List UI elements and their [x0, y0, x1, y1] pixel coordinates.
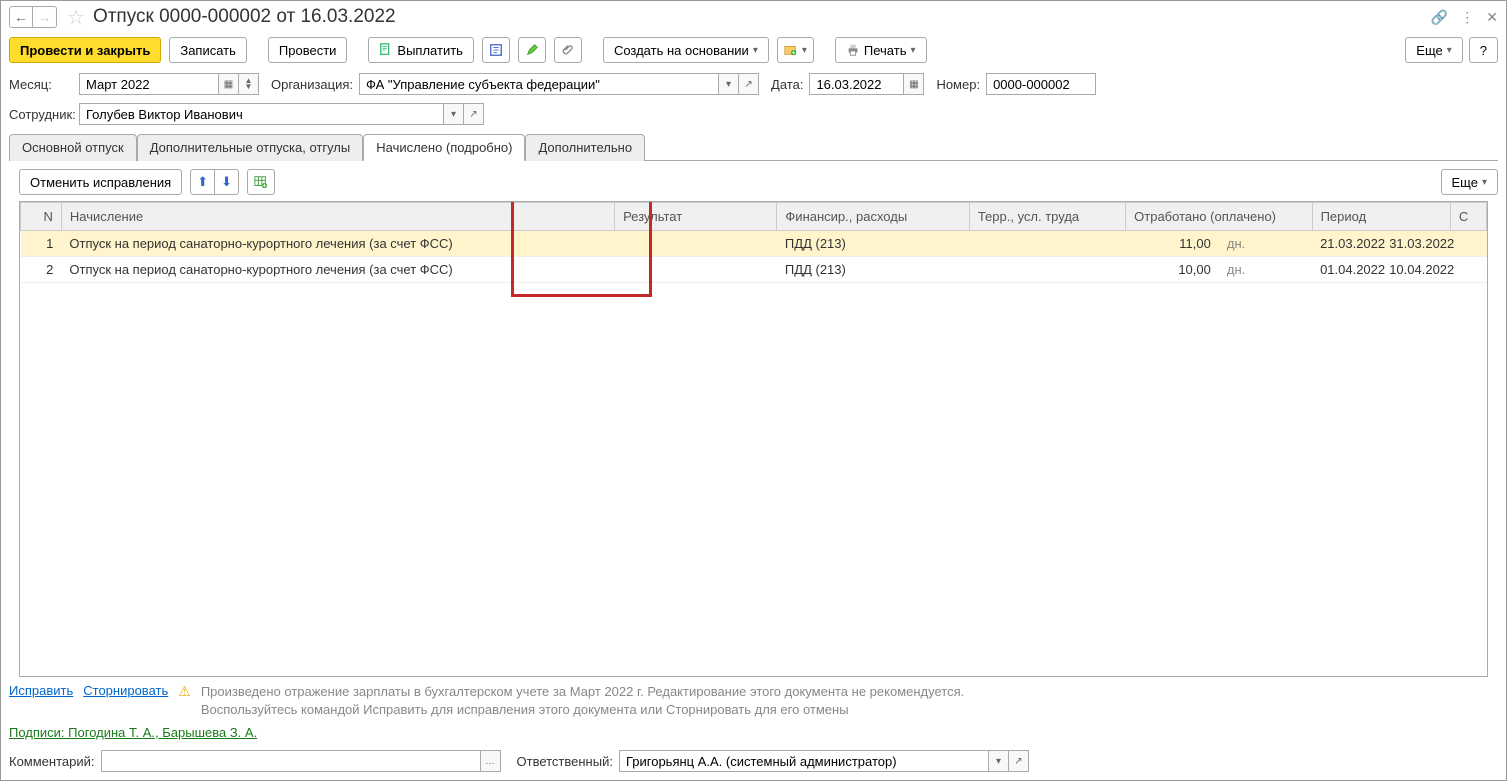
month-input[interactable]	[79, 73, 219, 95]
warning-icon: ⚠	[178, 683, 191, 700]
arrow-down-icon: ⬇	[221, 174, 232, 190]
employee-label: Сотрудник:	[9, 107, 73, 122]
col-header-accrual[interactable]: Начисление	[61, 203, 614, 231]
subtoolbar-more-button[interactable]: Еще	[1441, 169, 1498, 195]
responsible-input[interactable]	[619, 750, 989, 772]
post-and-close-button[interactable]: Провести и закрыть	[9, 37, 161, 63]
cell-unit: дн.	[1219, 231, 1312, 257]
col-header-finance[interactable]: Финансир., расходы	[777, 203, 969, 231]
folder-plus-icon	[784, 43, 798, 57]
kebab-menu-icon[interactable]: ⋮	[1460, 9, 1474, 26]
cell-finance: ПДД (213)	[777, 257, 969, 283]
highlighter-icon-button[interactable]	[518, 37, 546, 63]
signatures-link[interactable]: Подписи: Погодина Т. А., Барышева З. А.	[9, 725, 257, 740]
cell-terr	[969, 231, 1125, 257]
cell-worked: 10,00	[1126, 257, 1219, 283]
cell-accrual: Отпуск на период санаторно-курортного ле…	[61, 257, 614, 283]
help-button[interactable]: ?	[1469, 37, 1498, 63]
create-based-on-button[interactable]: Создать на основании	[603, 37, 769, 63]
col-header-terr[interactable]: Терр., усл. труда	[969, 203, 1125, 231]
cell-terr	[969, 257, 1125, 283]
toolbar-more-button[interactable]: Еще	[1405, 37, 1462, 63]
date-input[interactable]	[809, 73, 904, 95]
org-label: Организация:	[271, 77, 353, 92]
tab-extra-vacation[interactable]: Дополнительные отпуска, отгулы	[137, 134, 364, 161]
actions-dropdown-button[interactable]	[777, 37, 814, 63]
print-button[interactable]: Печать	[835, 37, 927, 63]
date-label: Дата:	[771, 77, 803, 92]
cell-result	[615, 231, 777, 257]
arrow-up-icon: ⬆	[197, 174, 208, 190]
move-up-button[interactable]: ⬆	[190, 169, 215, 195]
cell-worked: 11,00	[1126, 231, 1219, 257]
accruals-table[interactable]: N Начисление Результат Финансир., расход…	[20, 202, 1487, 283]
employee-input[interactable]	[79, 103, 444, 125]
comment-input[interactable]	[101, 750, 481, 772]
responsible-dropdown-icon[interactable]: ▾	[989, 750, 1009, 772]
col-header-result[interactable]: Результат	[615, 203, 777, 231]
number-input[interactable]	[986, 73, 1096, 95]
cell-unit: дн.	[1219, 257, 1312, 283]
responsible-label: Ответственный:	[517, 754, 613, 769]
post-button[interactable]: Провести	[268, 37, 348, 63]
date-calendar-icon[interactable]: ▦	[904, 73, 924, 95]
report-icon-button[interactable]	[482, 37, 510, 63]
responsible-open-icon[interactable]: ↗	[1009, 750, 1029, 772]
window-title: Отпуск 0000-000002 от 16.03.2022	[93, 6, 396, 28]
cell-period-to: 10.04.2022	[1381, 257, 1450, 283]
back-button[interactable]: ←	[9, 6, 33, 28]
month-label: Месяц:	[9, 77, 73, 92]
month-spinner[interactable]: ▲▼	[239, 73, 259, 95]
report-icon	[489, 43, 503, 57]
warning-line-1: Произведено отражение зарплаты в бухгалт…	[201, 683, 964, 701]
comment-ellipsis-icon[interactable]: …	[481, 750, 501, 772]
undo-corrections-button[interactable]: Отменить исправления	[19, 169, 182, 195]
cell-n: 1	[21, 231, 62, 257]
col-header-c[interactable]: С	[1450, 203, 1486, 231]
table-settings-button[interactable]	[247, 169, 275, 195]
cell-n: 2	[21, 257, 62, 283]
number-label: Номер:	[936, 77, 980, 92]
calendar-icon[interactable]: ▦	[219, 73, 239, 95]
reverse-link[interactable]: Сторнировать	[83, 683, 168, 698]
org-dropdown-icon[interactable]: ▾	[719, 73, 739, 95]
cell-finance: ПДД (213)	[777, 231, 969, 257]
forward-button[interactable]: →	[33, 6, 57, 28]
move-down-button[interactable]: ⬇	[215, 169, 239, 195]
table-row[interactable]: 1Отпуск на период санаторно-курортного л…	[21, 231, 1487, 257]
save-button[interactable]: Записать	[169, 37, 247, 63]
col-header-period[interactable]: Период	[1312, 203, 1450, 231]
tab-additional[interactable]: Дополнительно	[525, 134, 645, 161]
col-header-n[interactable]: N	[21, 203, 62, 231]
comment-label: Комментарий:	[9, 754, 95, 769]
fix-link[interactable]: Исправить	[9, 683, 73, 698]
pay-button[interactable]: Выплатить	[368, 37, 474, 63]
table-icon	[254, 175, 268, 189]
favorite-star-icon[interactable]: ☆	[67, 5, 85, 30]
cell-accrual: Отпуск на период санаторно-курортного ле…	[61, 231, 614, 257]
cell-period-from: 01.04.2022	[1312, 257, 1381, 283]
org-input[interactable]	[359, 73, 719, 95]
attachment-icon-button[interactable]	[554, 37, 582, 63]
employee-dropdown-icon[interactable]: ▾	[444, 103, 464, 125]
tab-accrued-detailed[interactable]: Начислено (подробно)	[363, 134, 525, 161]
printer-icon	[846, 43, 860, 57]
warning-line-2: Воспользуйтесь командой Исправить для ис…	[201, 701, 964, 719]
org-open-icon[interactable]: ↗	[739, 73, 759, 95]
tab-main-vacation[interactable]: Основной отпуск	[9, 134, 137, 161]
employee-open-icon[interactable]: ↗	[464, 103, 484, 125]
table-row[interactable]: 2Отпуск на период санаторно-курортного л…	[21, 257, 1487, 283]
cell-result	[615, 257, 777, 283]
link-icon[interactable]: 🔗	[1431, 9, 1448, 26]
cell-last	[1450, 231, 1486, 257]
close-icon[interactable]: ✕	[1486, 9, 1498, 26]
col-header-worked[interactable]: Отработано (оплачено)	[1126, 203, 1312, 231]
highlighter-icon	[525, 43, 539, 57]
cell-period-from: 21.03.2022	[1312, 231, 1381, 257]
cell-period-to: 31.03.2022	[1381, 231, 1450, 257]
paperclip-icon	[561, 43, 575, 57]
cell-last	[1450, 257, 1486, 283]
document-icon	[379, 43, 393, 57]
